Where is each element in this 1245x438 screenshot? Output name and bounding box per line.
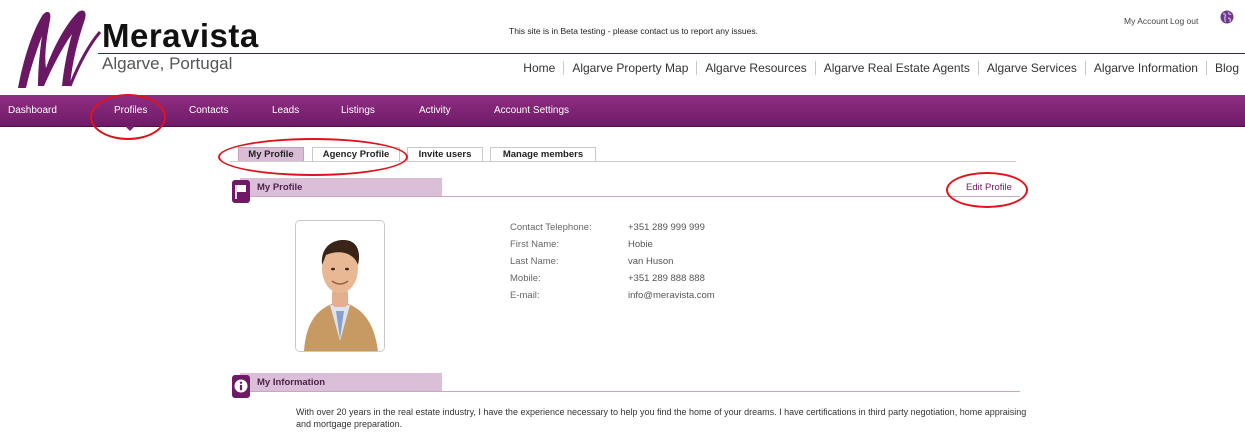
beta-notice: This site is in Beta testing - please co… — [509, 26, 758, 36]
nav-activity[interactable]: Activity — [419, 95, 451, 126]
brand-tagline: Algarve, Portugal — [102, 54, 233, 73]
topnav-resources[interactable]: Algarve Resources — [696, 61, 814, 75]
topnav-services[interactable]: Algarve Services — [977, 61, 1085, 75]
tab-invite-users[interactable]: Invite users — [407, 147, 483, 162]
last-name-value: van Huson — [628, 256, 674, 267]
contact-telephone-label: Contact Telephone: — [510, 222, 592, 233]
meravista-logo[interactable] — [8, 6, 104, 92]
first-name-label: First Name: — [510, 239, 560, 250]
nav-listings[interactable]: Listings — [341, 95, 375, 126]
nav-account-settings[interactable]: Account Settings — [494, 95, 569, 126]
info-icon — [234, 379, 248, 393]
nav-leads[interactable]: Leads — [272, 95, 299, 126]
mobile-value: +351 289 888 888 — [628, 273, 705, 284]
edit-profile-link[interactable]: Edit Profile — [966, 182, 1012, 193]
tabs-underline — [230, 161, 1016, 162]
log-out-link[interactable]: Log out — [1170, 16, 1198, 26]
topnav-blog[interactable]: Blog — [1205, 61, 1239, 75]
profile-section-title: My Profile — [257, 182, 303, 193]
contact-telephone-value: +351 289 999 999 — [628, 222, 705, 233]
tab-my-profile[interactable]: My Profile — [238, 147, 304, 162]
email-value[interactable]: info@meravista.com — [628, 290, 715, 301]
avatar-portrait — [296, 221, 384, 351]
brand-divider — [98, 53, 1245, 54]
profile-photo — [295, 220, 385, 352]
info-icon-badge — [232, 375, 250, 398]
tab-agency-profile[interactable]: Agency Profile — [312, 147, 400, 162]
topnav-property-map[interactable]: Algarve Property Map — [563, 61, 696, 75]
last-name-label: Last Name: — [510, 256, 559, 267]
about-text: With over 20 years in the real estate in… — [296, 407, 1027, 429]
tab-manage-members[interactable]: Manage members — [490, 147, 596, 162]
first-name-value: Hobie — [628, 239, 653, 250]
main-navigation: Dashboard Profiles Contacts Leads Listin… — [0, 95, 1245, 127]
nav-profiles[interactable]: Profiles — [114, 95, 147, 126]
mobile-label: Mobile: — [510, 273, 541, 284]
top-navigation: Home Algarve Property Map Algarve Resour… — [515, 61, 1239, 75]
information-section-divider — [240, 391, 1020, 392]
my-account-link[interactable]: My Account — [1124, 16, 1168, 26]
profile-section-divider — [240, 196, 1020, 197]
nav-contacts[interactable]: Contacts — [189, 95, 228, 126]
topnav-information[interactable]: Algarve Information — [1084, 61, 1206, 75]
active-nav-pointer — [125, 126, 135, 131]
flag-icon — [235, 185, 246, 199]
information-section-title: My Information — [257, 377, 326, 388]
topnav-home[interactable]: Home — [515, 61, 563, 75]
globe-icon[interactable] — [1220, 10, 1234, 24]
flag-icon-badge — [232, 180, 250, 203]
topnav-real-estate-agents[interactable]: Algarve Real Estate Agents — [814, 61, 978, 75]
nav-dashboard[interactable]: Dashboard — [8, 95, 57, 126]
brand-name: Meravista — [102, 17, 259, 54]
email-label: E-mail: — [510, 290, 540, 301]
